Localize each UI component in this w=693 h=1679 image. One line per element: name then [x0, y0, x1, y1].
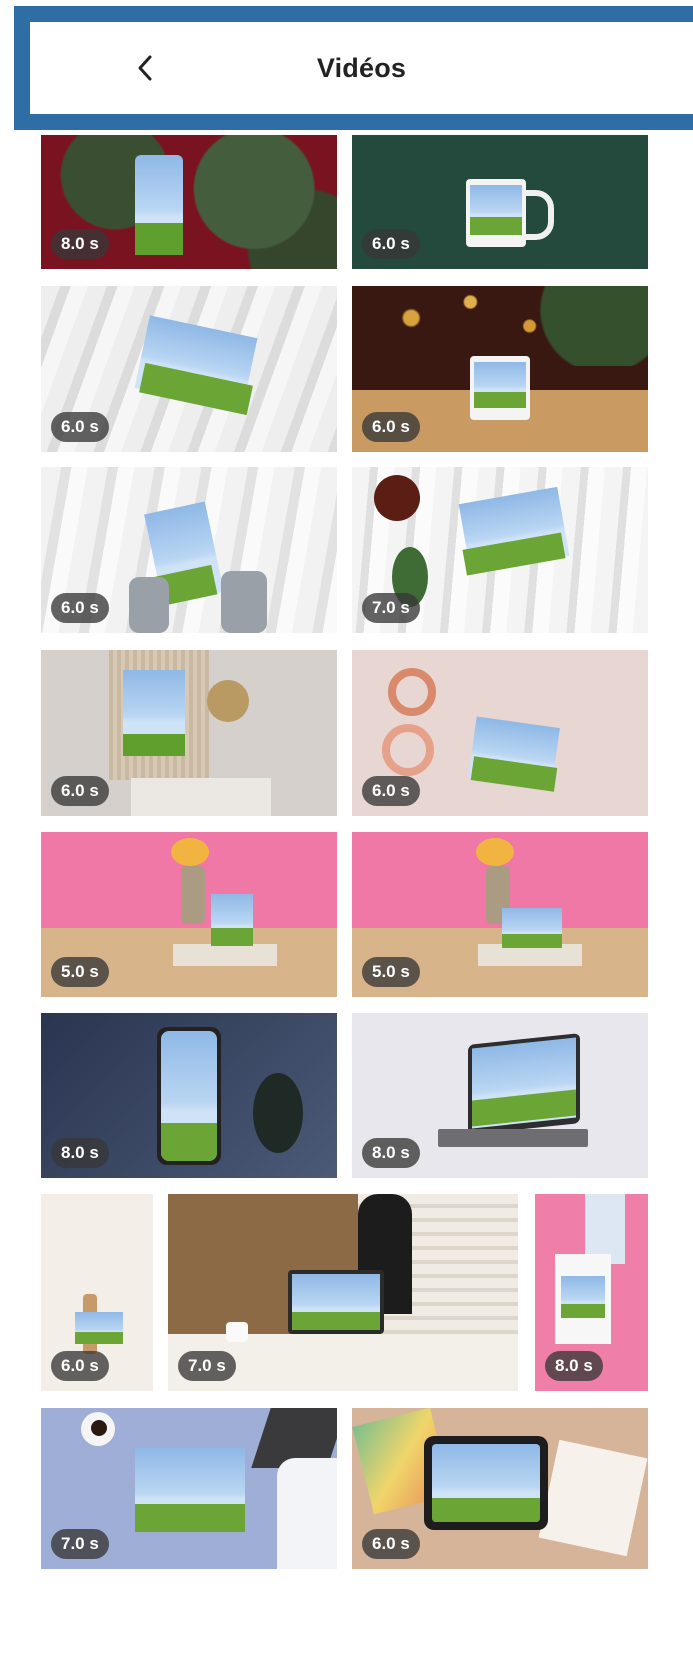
- duration-badge: 6.0 s: [51, 1351, 109, 1381]
- video-thumbnail[interactable]: 6.0 s: [41, 286, 337, 452]
- video-thumbnail[interactable]: 8.0 s: [41, 1013, 337, 1178]
- video-thumbnail[interactable]: 8.0 s: [41, 135, 337, 269]
- video-thumbnail[interactable]: 5.0 s: [41, 832, 337, 997]
- duration-badge: 7.0 s: [51, 1529, 109, 1559]
- duration-badge: 7.0 s: [362, 593, 420, 623]
- duration-badge: 6.0 s: [362, 412, 420, 442]
- video-thumbnail[interactable]: 8.0 s: [352, 1013, 648, 1178]
- duration-badge: 6.0 s: [51, 412, 109, 442]
- duration-badge: 8.0 s: [51, 229, 109, 259]
- video-thumbnail[interactable]: 6.0 s: [352, 1408, 648, 1569]
- video-thumbnail[interactable]: 6.0 s: [41, 650, 337, 816]
- video-thumbnail[interactable]: 6.0 s: [41, 467, 337, 633]
- video-thumbnail[interactable]: 5.0 s: [352, 832, 648, 997]
- duration-badge: 8.0 s: [362, 1138, 420, 1168]
- duration-badge: 8.0 s: [51, 1138, 109, 1168]
- video-thumbnail[interactable]: 6.0 s: [41, 1194, 153, 1391]
- duration-badge: 8.0 s: [545, 1351, 603, 1381]
- video-thumbnail[interactable]: 6.0 s: [352, 650, 648, 816]
- duration-badge: 5.0 s: [51, 957, 109, 987]
- video-thumbnail[interactable]: 7.0 s: [352, 467, 648, 633]
- duration-badge: 6.0 s: [51, 776, 109, 806]
- duration-badge: 6.0 s: [362, 229, 420, 259]
- video-thumbnail[interactable]: 7.0 s: [41, 1408, 337, 1569]
- duration-badge: 7.0 s: [178, 1351, 236, 1381]
- duration-badge: 6.0 s: [362, 776, 420, 806]
- video-thumbnail[interactable]: 6.0 s: [352, 135, 648, 269]
- header-bar: Vidéos: [30, 22, 693, 114]
- page-title: Vidéos: [316, 52, 407, 83]
- video-thumbnail[interactable]: 7.0 s: [168, 1194, 518, 1391]
- duration-badge: 5.0 s: [362, 957, 420, 987]
- video-thumbnail[interactable]: 8.0 s: [535, 1194, 648, 1391]
- duration-badge: 6.0 s: [362, 1529, 420, 1559]
- video-thumbnail[interactable]: 6.0 s: [352, 286, 648, 452]
- duration-badge: 6.0 s: [51, 593, 109, 623]
